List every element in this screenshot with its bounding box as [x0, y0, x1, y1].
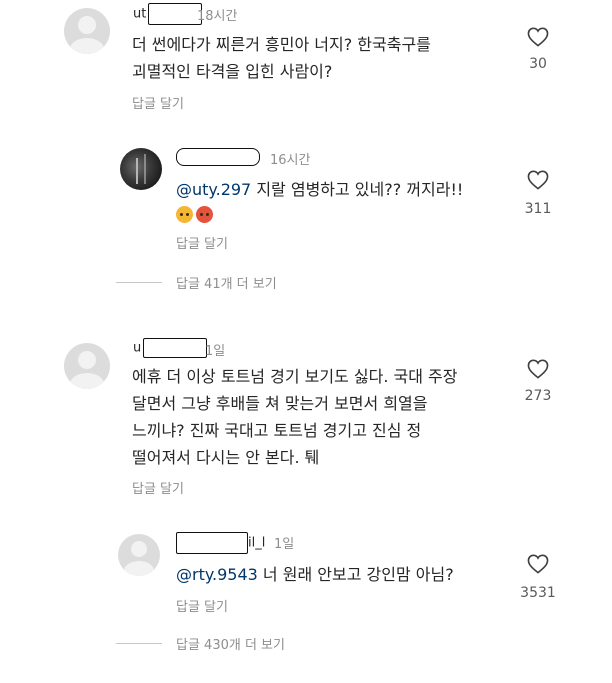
redaction-box — [176, 148, 260, 166]
username[interactable]: ut — [133, 3, 203, 25]
mention-link[interactable]: @rty.9543 — [176, 565, 258, 584]
default-avatar-icon[interactable] — [118, 534, 160, 576]
reply-button[interactable]: 답글 달기 — [176, 596, 228, 615]
comment-text: @rty.9543 너 원래 안보고 강인맘 아님? — [176, 565, 454, 584]
enraged-face-icon — [196, 206, 213, 223]
comment-text: 괴멸적인 타격을 입힌 사람이? — [132, 62, 333, 81]
emoji-row — [176, 202, 216, 226]
redaction-box — [176, 532, 248, 554]
redaction-box — [148, 3, 203, 25]
comment-text: 달면서 그냥 후배들 쳐 맞는거 보면서 희열을 — [132, 394, 428, 413]
mention-link[interactable]: @uty.297 — [176, 180, 251, 199]
comment-text: @uty.297 지랄 염병하고 있네?? 꺼지라!! — [176, 180, 464, 199]
username[interactable]: il_l — [176, 532, 265, 554]
heart-outline-icon[interactable] — [527, 554, 549, 574]
like-count: 3531 — [520, 585, 556, 601]
view-more-replies[interactable]: 답글 41개 더 보기 — [176, 273, 277, 292]
timestamp: 1일 — [274, 537, 295, 552]
heart-outline-icon[interactable] — [527, 170, 549, 190]
angry-face-icon — [176, 206, 193, 223]
timestamp: 1일 — [205, 344, 226, 359]
default-avatar-icon[interactable] — [64, 8, 110, 54]
view-more-replies[interactable]: 답글 430개 더 보기 — [176, 634, 285, 653]
comment-text: 느끼냐? 진짜 국대고 토트넘 경기고 진심 정 — [132, 421, 422, 440]
comment-2: u 1일 에휴 더 이상 토트넘 경기 보기도 싫다. 국대 주장 달면서 그냥… — [0, 335, 612, 505]
heart-outline-icon[interactable] — [527, 359, 549, 379]
reply-button[interactable]: 답글 달기 — [132, 93, 184, 112]
divider — [116, 643, 162, 644]
comment-text: 에휴 더 이상 토트넘 경기 보기도 싫다. 국대 주장 — [132, 367, 458, 386]
heart-outline-icon[interactable] — [527, 27, 549, 47]
username[interactable] — [176, 148, 260, 166]
like-count: 311 — [524, 201, 552, 217]
user-avatar[interactable] — [120, 148, 162, 190]
comment-text: 더 썬에다가 찌른거 흥민아 너지? 한국축구를 — [132, 35, 431, 54]
username[interactable]: u — [133, 338, 208, 358]
like-count: 273 — [524, 388, 552, 404]
like-count: 30 — [529, 56, 547, 72]
timestamp: 18시간 — [197, 9, 238, 24]
comment-1: ut 18시간 더 썬에다가 찌른거 흥민아 너지? 한국축구를 괴멸적인 타격… — [0, 0, 612, 120]
divider — [116, 282, 162, 283]
redaction-box — [143, 338, 208, 358]
reply-1: 16시간 @uty.297 지랄 염병하고 있네?? 꺼지라!! 답글 달기 3… — [0, 140, 612, 260]
default-avatar-icon[interactable] — [64, 343, 110, 389]
reply-2: il_l 1일 @rty.9543 너 원래 안보고 강인맘 아님? 답글 달기… — [0, 528, 612, 618]
reply-button[interactable]: 답글 달기 — [132, 478, 184, 497]
timestamp: 16시간 — [270, 153, 311, 168]
comment-text: 떨어져서 다시는 안 본다. 퉤 — [132, 448, 320, 467]
reply-button[interactable]: 답글 달기 — [176, 233, 228, 252]
